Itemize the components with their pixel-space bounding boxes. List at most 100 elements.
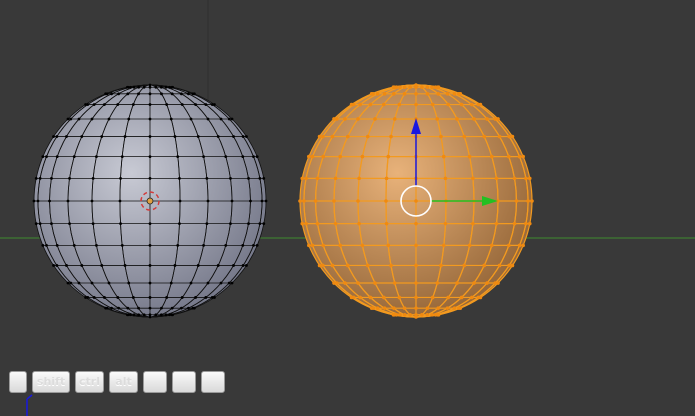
sphere-vertex: [482, 263, 487, 268]
sphere-vertex: [264, 199, 268, 203]
sphere-vertex: [414, 306, 418, 310]
sphere-vertex: [397, 102, 402, 107]
sphere-vertex: [100, 264, 104, 267]
sphere-vertex: [55, 155, 59, 159]
sphere-vertex: [36, 199, 40, 203]
sphere-vertex: [457, 92, 461, 96]
sphere-vertex: [357, 176, 361, 181]
sphere-vertex: [472, 117, 476, 121]
sphere-vertex: [232, 135, 235, 138]
sphere-vertex: [433, 312, 438, 317]
sphere-vertex: [402, 306, 407, 310]
sphere-vertex: [304, 221, 308, 226]
sphere-vertex: [514, 199, 519, 203]
sphere-vertex: [168, 313, 171, 317]
sphere-vertex: [382, 92, 387, 96]
sphere-vertex: [116, 296, 120, 299]
sphere-vertex: [194, 296, 197, 299]
sphere-vertex: [148, 117, 152, 121]
sphere-vertex: [132, 85, 136, 89]
sphere-vertex: [470, 295, 474, 300]
sphere-vertex: [178, 222, 181, 226]
sphere-vertex: [260, 199, 264, 203]
sphere-vertex: [65, 135, 68, 138]
sphere-vertex: [330, 134, 335, 139]
sphere-vertex: [148, 103, 152, 106]
sphere-vertex: [84, 296, 87, 299]
sphere-vertex: [302, 199, 306, 203]
sphere-vertex: [476, 102, 481, 107]
sphere-vertex: [92, 296, 96, 299]
sphere-vertex: [485, 117, 489, 121]
sphere-vertex: [524, 221, 528, 226]
sphere-vertex: [313, 199, 318, 203]
sphere-vertex: [462, 134, 467, 139]
sphere-vertex: [206, 117, 210, 121]
3d-viewport[interactable]: [0, 0, 695, 416]
sphere-vertex: [117, 92, 121, 96]
sphere-vertex: [414, 102, 418, 107]
sphere-vertex: [457, 306, 461, 310]
sphere-vertex: [430, 312, 434, 317]
sphere-vertex: [125, 85, 129, 89]
sphere-vertex: [471, 221, 475, 226]
sphere-vertex: [510, 134, 515, 139]
sphere-vertex: [148, 296, 152, 299]
sphere-vertex: [414, 221, 418, 226]
sphere-vertex: [170, 92, 174, 96]
sphere-vertex: [230, 281, 234, 285]
sphere-vertex: [176, 243, 180, 247]
sphere-vertex: [470, 102, 474, 107]
sphere-vertex: [148, 281, 152, 285]
sphere-vertex: [245, 264, 248, 267]
sphere-vertex: [436, 306, 440, 310]
viewport-canvas[interactable]: [0, 0, 695, 416]
sphere-vertex: [170, 306, 174, 310]
sphere-vertex: [230, 199, 234, 203]
cursor-dot-icon: [146, 197, 154, 205]
sphere-vertex: [66, 117, 70, 121]
sphere-vertex: [216, 264, 220, 267]
sphere-vertex: [402, 92, 407, 96]
sphere-vertex: [510, 263, 515, 268]
sphere-vertex: [439, 134, 443, 139]
sphere-vertex: [430, 295, 435, 300]
sphere-vertex: [45, 155, 48, 159]
sphere-vertex: [391, 85, 396, 90]
sphere-vertex: [425, 312, 430, 317]
sphere-vertex: [349, 295, 354, 300]
sphere-vertex: [527, 176, 532, 181]
sphere-vertex: [164, 313, 168, 317]
sphere-vertex: [205, 176, 209, 180]
sphere-vertex: [241, 135, 245, 138]
sphere-vertex: [345, 263, 350, 268]
sphere-vertex: [389, 134, 393, 139]
sphere-vertex: [258, 176, 262, 180]
sphere-vertex: [180, 103, 184, 106]
sphere-vertex: [210, 103, 214, 106]
sphere-vertex: [357, 221, 361, 226]
sphere-vertex: [204, 103, 208, 106]
sphere-vertex: [202, 243, 205, 247]
sphere-vertex: [148, 155, 152, 159]
sphere-vertex: [187, 92, 190, 96]
sphere-vertex: [382, 306, 387, 310]
sphere-vertex: [41, 155, 45, 159]
sphere-vertex: [255, 155, 259, 159]
sphere-vertex: [173, 135, 177, 138]
sphere-vertex: [425, 85, 430, 90]
sphere-vertex: [91, 222, 95, 226]
sphere-vertex: [368, 102, 373, 107]
sphere-vertex: [90, 199, 94, 203]
sphere-vertex: [439, 263, 443, 268]
sphere-vertex: [148, 92, 152, 96]
sphere-vertex: [131, 103, 135, 106]
sphere-vertex: [512, 221, 517, 226]
sphere-vertex: [127, 117, 131, 121]
sphere-vertex: [50, 222, 53, 226]
sphere-vertex: [489, 154, 494, 159]
sphere-vertex: [204, 296, 208, 299]
sphere-vertex: [191, 306, 195, 310]
sphere-vertex: [414, 92, 418, 96]
sphere-vertex: [455, 117, 459, 121]
